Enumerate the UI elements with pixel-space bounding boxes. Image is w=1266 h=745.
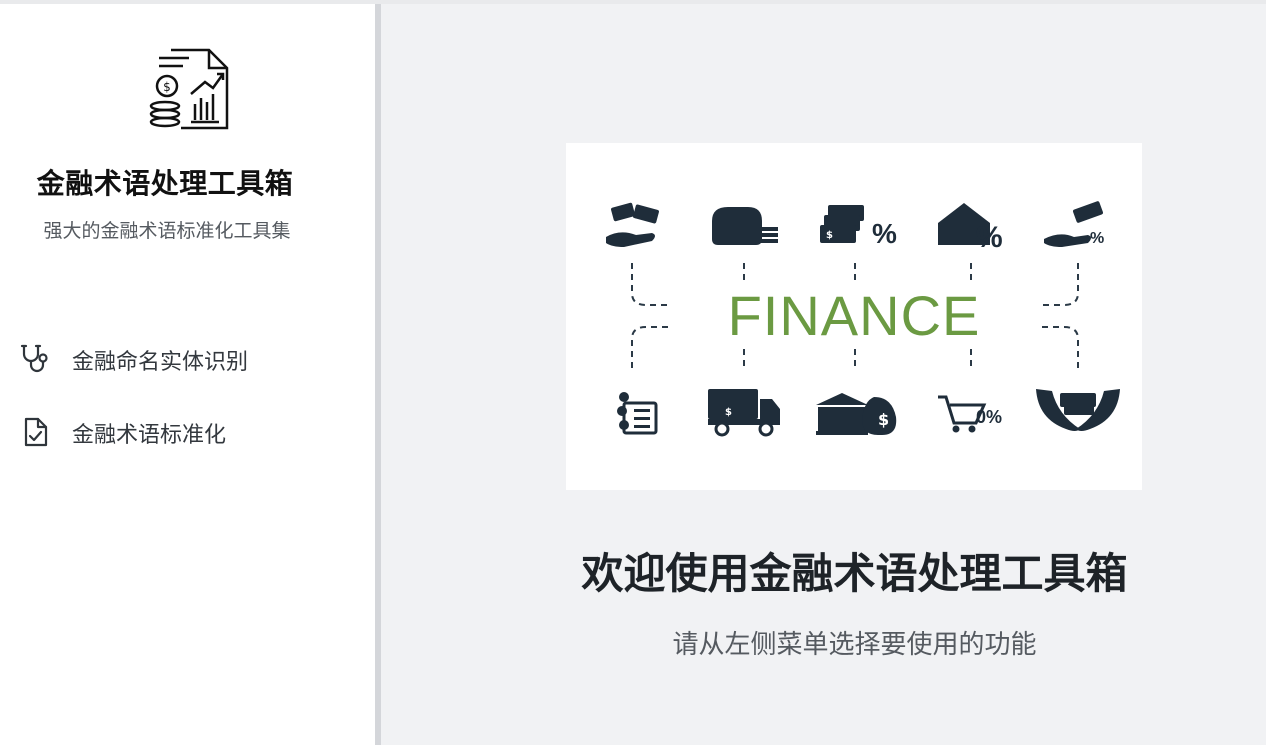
sidebar-item-label: 金融术语标准化 bbox=[72, 423, 227, 448]
sidebar-item-ner[interactable]: 金融命名实体识别 bbox=[14, 334, 354, 382]
money-truck-icon bbox=[708, 389, 780, 437]
svg-text:$: $ bbox=[163, 80, 171, 94]
stethoscope-icon bbox=[20, 344, 48, 373]
app-subtitle: 强大的金融术语标准化工具集 bbox=[43, 220, 291, 242]
money-percent-icon: % bbox=[820, 205, 897, 249]
instruction-text: 请从左侧菜单选择要使用的功能 bbox=[672, 630, 1037, 660]
app-title: 金融术语处理工具箱 bbox=[36, 167, 294, 200]
sidebar-item-normalization[interactable]: 金融术语标准化 bbox=[14, 407, 354, 455]
svg-text:%: % bbox=[976, 221, 1003, 254]
svg-text:%: % bbox=[872, 218, 897, 249]
clipboard-coins-icon bbox=[617, 392, 658, 435]
svg-text:$: $ bbox=[725, 407, 732, 418]
finance-report-icon: $ bbox=[149, 48, 229, 130]
svg-text:$: $ bbox=[826, 230, 833, 241]
svg-text:0%: 0% bbox=[976, 407, 1002, 427]
hand-bill-percent-icon: % bbox=[1044, 201, 1104, 247]
wallet-icon bbox=[712, 207, 778, 245]
file-check-icon bbox=[24, 417, 48, 447]
finance-hero-image: % % % 0% $ $ $ FINANCE bbox=[566, 143, 1142, 490]
main-content: % % % 0% $ $ $ FINANCE 欢迎使用金融术语处理工具箱 请从左… bbox=[381, 4, 1266, 745]
house-percent-icon: % bbox=[938, 203, 1003, 254]
sidebar: $ 金融术语处理工具箱 强大的金融术语标准化工具集 金融命名实体识别 金融术语标… bbox=[0, 4, 375, 745]
welcome-title: 欢迎使用金融术语处理工具箱 bbox=[581, 549, 1128, 598]
svg-text:$: $ bbox=[878, 410, 889, 429]
sidebar-item-label: 金融命名实体识别 bbox=[72, 350, 249, 375]
cart-zero-percent-icon: 0% bbox=[938, 395, 1002, 433]
svg-text:%: % bbox=[1090, 230, 1104, 247]
finance-text: FINANCE bbox=[727, 284, 981, 347]
hands-holding-money-icon bbox=[1036, 389, 1120, 431]
hand-money-icon bbox=[606, 202, 659, 247]
